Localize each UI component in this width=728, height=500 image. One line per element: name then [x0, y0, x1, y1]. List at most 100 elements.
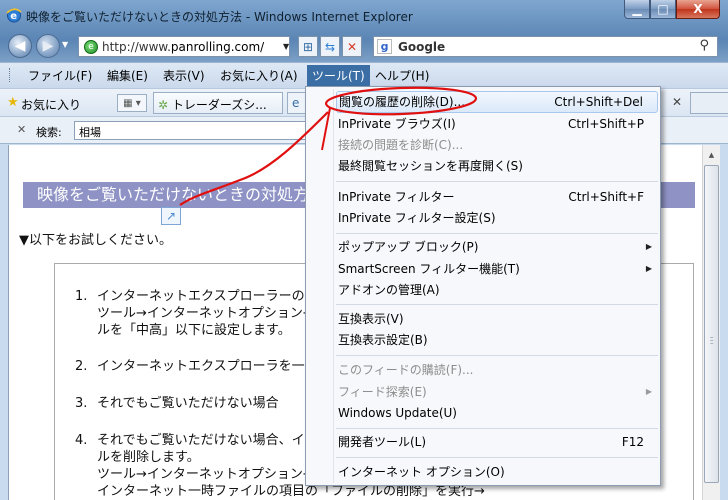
compatibility-view-item[interactable]: 互換表示(V): [338, 308, 658, 330]
favorite-site-link[interactable]: ✲ トレーダーズシ...: [153, 92, 283, 114]
compat-view-icon: ⊞: [302, 39, 314, 54]
menu-help[interactable]: ヘルプ(H): [371, 67, 433, 85]
favorites-label[interactable]: お気に入り: [21, 96, 81, 113]
compatibility-view-settings-item[interactable]: 互換表示設定(B): [338, 329, 658, 351]
window-title: 映像をご覧いただけないときの対処方法 - Windows Internet Ex…: [26, 10, 413, 24]
menu-item-label: InPrivate ブラウズ(I): [338, 117, 456, 131]
internet-options-item[interactable]: インターネット オプション(O): [338, 461, 658, 483]
delete-browsing-history-item[interactable]: 閲覧の履歴の削除(D)... Ctrl+Shift+Del: [336, 91, 658, 113]
menu-item-label: InPrivate フィルター設定(S): [338, 211, 496, 225]
find-label: 検索:: [36, 126, 62, 139]
recent-pages-dropdown[interactable]: ▼: [62, 40, 68, 49]
menu-file[interactable]: ファイル(F): [24, 67, 96, 85]
url-domain: panrolling.com/: [170, 39, 265, 54]
stop-button[interactable]: ✕: [342, 36, 362, 57]
close-button[interactable]: X: [676, 0, 720, 19]
menu-tools[interactable]: ツール(T): [307, 65, 370, 87]
address-dropdown[interactable]: ▼: [283, 42, 289, 51]
google-icon: g: [377, 39, 392, 54]
inprivate-browsing-item[interactable]: InPrivate ブラウズ(I) Ctrl+Shift+P: [338, 113, 658, 135]
minimize-button[interactable]: ▁: [624, 0, 650, 19]
refresh-icon: ⇆: [324, 39, 336, 54]
tools-menu: 閲覧の履歴の削除(D)... Ctrl+Shift+Del InPrivate …: [305, 86, 661, 486]
url-prefix: http://www.: [102, 39, 171, 54]
new-tab-button[interactable]: [690, 92, 728, 114]
menu-item-label: アドオンの管理(A): [338, 283, 440, 297]
menu-item-label: SmartScreen フィルター機能(T): [338, 262, 520, 276]
find-input[interactable]: 相場: [74, 121, 314, 140]
menu-view[interactable]: 表示(V): [159, 67, 209, 85]
menu-item-shortcut: Ctrl+Shift+P: [568, 117, 644, 131]
menu-item-label: 閲覧の履歴の削除(D)...: [339, 95, 466, 109]
step-3: 3. それでもご覧いただけない場合: [75, 395, 279, 412]
favorite-site-title: トレーダーズシ...: [171, 98, 267, 112]
step-line: それでもご覧いただけない場合: [97, 396, 279, 411]
web-slice-icon: ✲: [158, 98, 169, 112]
menu-item-label: ポップアップ ブロック(P): [338, 240, 479, 254]
title-bar: e 映像をご覧いただけないときの対処方法 - Windows Internet …: [0, 0, 728, 30]
ie-icon: e: [6, 8, 22, 23]
menu-item-label: 開発者ツール(L): [338, 435, 427, 449]
scroll-grip-icon: – – –: [710, 333, 714, 347]
menu-separator: [336, 304, 658, 305]
menu-separator: [336, 233, 658, 234]
submenu-arrow-icon: ▶: [645, 387, 652, 396]
manage-addons-item[interactable]: アドオンの管理(A): [338, 279, 658, 301]
favorites-star-icon[interactable]: ★: [7, 95, 19, 110]
back-button[interactable]: ◀: [8, 34, 32, 58]
forward-arrow-icon: ▶: [42, 38, 54, 54]
forward-button[interactable]: ▶: [36, 34, 60, 58]
menu-grip: [9, 68, 11, 82]
popup-blocker-item[interactable]: ポップアップ ブロック(P) ▶: [338, 236, 658, 258]
scroll-up-icon[interactable]: ▲: [703, 147, 720, 163]
tab-page-icon: e: [292, 96, 300, 110]
menu-item-label: InPrivate フィルター: [338, 190, 455, 204]
windows-update-item[interactable]: Windows Update(U): [338, 402, 658, 424]
menu-item-label: 互換表示(V): [338, 312, 404, 326]
vertical-scrollbar[interactable]: ▲ – – –: [702, 145, 720, 500]
address-bar[interactable]: e http://www.panrolling.com/: [78, 36, 290, 57]
reopen-last-session-item[interactable]: 最終閲覧セッションを再度開く(S): [338, 155, 658, 177]
compat-view-button[interactable]: ⊞: [298, 36, 318, 57]
ie-window: e 映像をご覧いただけないときの対処方法 - Windows Internet …: [0, 0, 728, 500]
menu-favorites[interactable]: お気に入り(A): [216, 67, 302, 85]
submenu-arrow-icon: ▶: [645, 264, 652, 273]
back-arrow-icon: ◀: [14, 38, 26, 54]
search-box[interactable]: g Google ⚲: [373, 36, 718, 57]
menu-separator: [336, 457, 658, 458]
menu-item-shortcut: Ctrl+Shift+F: [568, 190, 644, 204]
find-close-icon[interactable]: ✕: [17, 123, 26, 136]
step-number: 4.: [75, 433, 88, 448]
feed-discovery-item: フィード探索(E) ▶: [338, 381, 658, 403]
menu-item-label: 最終閲覧セッションを再度開く(S): [338, 159, 523, 173]
menu-item-shortcut: F12: [621, 435, 644, 449]
stop-icon: ✕: [346, 39, 358, 54]
quick-tabs-button[interactable]: ▦ ▾: [117, 94, 147, 112]
subscribe-feed-item: このフィードの購読(F)...: [338, 359, 658, 381]
step-number: 1.: [75, 289, 88, 304]
globe-icon: e: [84, 39, 98, 54]
developer-tools-item[interactable]: 開発者ツール(L) F12: [338, 431, 658, 453]
menu-item-label: このフィードの購読(F)...: [338, 363, 474, 377]
refresh-button[interactable]: ⇆: [320, 36, 340, 57]
maximize-button[interactable]: □: [650, 0, 676, 19]
menu-item-label: フィード探索(E): [338, 385, 427, 399]
menu-separator: [336, 181, 658, 182]
step-number: 3.: [75, 396, 88, 411]
scroll-thumb[interactable]: – – –: [704, 165, 719, 483]
window-frame: [720, 145, 728, 500]
window-controls: ▁ □ X: [624, 0, 720, 20]
smartscreen-filter-item[interactable]: SmartScreen フィルター機能(T) ▶: [338, 258, 658, 280]
browser-tab[interactable]: e: [287, 92, 307, 114]
broken-image-icon: ↗: [161, 207, 181, 225]
inprivate-filter-settings-item[interactable]: InPrivate フィルター設定(S): [338, 207, 658, 229]
search-icon[interactable]: ⚲: [699, 38, 709, 53]
tab-close-button[interactable]: ✕: [668, 93, 686, 111]
close-icon: ✕: [671, 95, 683, 109]
svg-text:e: e: [10, 11, 17, 22]
menu-item-label: インターネット オプション(O): [338, 465, 505, 479]
address-row: ◀ ▶ ▼ e http://www.panrolling.com/ ▼ ⊞ ⇆…: [0, 30, 728, 60]
inprivate-filter-item[interactable]: InPrivate フィルター Ctrl+Shift+F: [338, 186, 658, 208]
menu-edit[interactable]: 編集(E): [103, 67, 152, 85]
menu-bar: ファイル(F) 編集(E) 表示(V) お気に入り(A) ツール(T) ヘルプ(…: [0, 62, 728, 88]
